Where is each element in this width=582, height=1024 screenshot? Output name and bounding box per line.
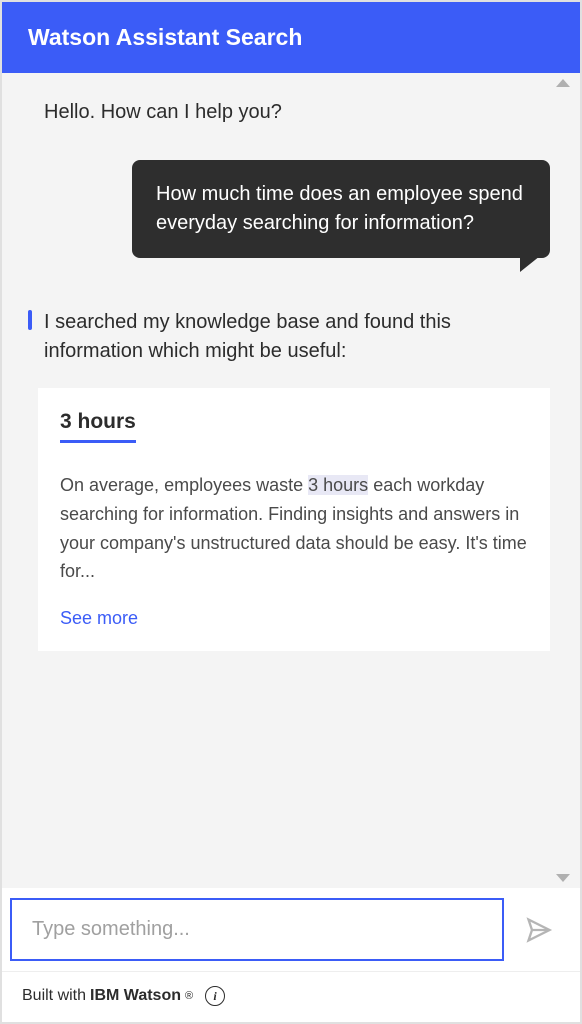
knowledge-card-title: 3 hours [60, 410, 136, 443]
card-body-highlight: 3 hours [308, 475, 368, 495]
message-input[interactable] [10, 898, 504, 961]
chat-messages: Hello. How can I help you? How much time… [2, 73, 580, 888]
info-icon[interactable]: i [205, 986, 225, 1006]
send-icon [525, 916, 553, 944]
user-message: How much time does an employee spend eve… [132, 160, 550, 258]
bot-greeting: Hello. How can I help you? [32, 101, 550, 124]
send-button[interactable] [504, 898, 574, 961]
footer-brand: IBM Watson [90, 987, 181, 1005]
card-body-prefix: On average, employees waste [60, 475, 308, 495]
knowledge-card: 3 hours On average, employees waste 3 ho… [38, 388, 550, 651]
bot-response-text: I searched my knowledge base and found t… [32, 308, 550, 366]
input-row [2, 888, 580, 971]
footer-prefix: Built with [22, 987, 86, 1005]
scroll-down-icon[interactable] [556, 874, 570, 882]
chat-title: Watson Assistant Search [28, 24, 302, 50]
chat-header: Watson Assistant Search [2, 2, 580, 73]
registered-mark: ® [185, 990, 193, 1002]
scroll-up-icon[interactable] [556, 79, 570, 87]
footer: Built with IBM Watson ® i [2, 971, 580, 1022]
knowledge-card-body: On average, employees waste 3 hours each… [60, 471, 528, 586]
see-more-link[interactable]: See more [60, 608, 528, 629]
